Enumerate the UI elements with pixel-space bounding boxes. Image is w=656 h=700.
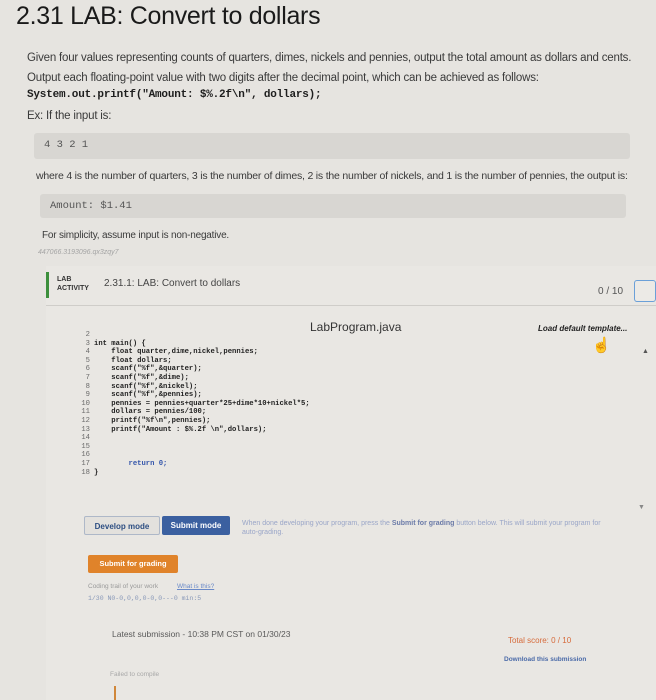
line-number: 7 — [85, 373, 90, 382]
code-line[interactable]: 13 printf("Amount : $%.2f \n",dollars); — [76, 426, 596, 435]
code-line[interactable]: 6 scanf("%f",&quarter); — [76, 365, 596, 374]
lab-header: LAB ACTIVITY 2.31.1: LAB: Convert to dol… — [46, 266, 656, 306]
example-output: Amount: $1.41 — [50, 200, 132, 212]
code-text: printf("%f\n",pennies); — [94, 416, 211, 425]
code-sample: System.out.printf("Amount: $%.2f\n", dol… — [27, 89, 322, 101]
example-input: 4 3 2 1 — [44, 139, 89, 151]
code-text: pennies = pennies+quarter*25+dime*10+nic… — [94, 399, 310, 408]
submit-hint-prefix: When done developing your program, press… — [242, 520, 392, 527]
simplicity-note: For simplicity, assume input is non-nega… — [42, 230, 230, 241]
code-line[interactable]: 15 — [76, 443, 596, 452]
code-text: int main() { — [94, 339, 146, 348]
activity-title: 2.31.1: LAB: Convert to dollars — [104, 278, 241, 289]
code-line[interactable]: 14 — [76, 434, 596, 443]
lab-badge: LAB ACTIVITY — [46, 272, 96, 298]
code-line[interactable]: 5 float dollars; — [76, 357, 596, 366]
whats-this-link[interactable]: What is this? — [177, 583, 214, 590]
code-text: dollars = pennies/100; — [94, 408, 207, 417]
submit-hint-bold: Submit for grading — [391, 520, 455, 527]
line-number: 12 — [81, 416, 90, 425]
code-line[interactable]: 9 scanf("%f",&pennies); — [76, 391, 596, 400]
line-number: 11 — [81, 408, 90, 417]
score-indicator-box — [634, 280, 656, 302]
latest-submission: Latest submission - 10:38 PM CST on 01/3… — [112, 629, 291, 639]
example-intro: Ex: If the input is: — [27, 110, 112, 122]
description-line-2: Output each floating-point value with tw… — [27, 72, 539, 84]
code-line[interactable]: 4 float quarter,dime,nickel,pennies; — [76, 348, 596, 357]
code-text: scanf("%f",&quarter); — [94, 365, 202, 374]
code-line[interactable]: 11 dollars = pennies/100; — [76, 408, 596, 417]
tab-submit-mode[interactable]: Submit mode — [162, 516, 230, 535]
where-text: where 4 is the number of quarters, 3 is … — [36, 170, 628, 182]
hash-id: 447066.3193096.qx3zqy7 — [38, 249, 119, 256]
code-line[interactable]: 18} — [76, 469, 596, 478]
code-line[interactable]: 17 return 0; — [76, 460, 596, 469]
line-number: 2 — [85, 331, 90, 339]
caret-down-icon[interactable]: ▼ — [638, 504, 645, 511]
code-text: float dollars; — [94, 356, 172, 365]
line-number: 18 — [81, 468, 90, 477]
code-line[interactable]: 12 printf("%f\n",pennies); — [76, 417, 596, 426]
coding-trail-data: 1/30 N0-0,0,0,0-0,0---0 min:5 — [88, 595, 202, 602]
code-line[interactable]: 7 scanf("%f",&dime); — [76, 374, 596, 383]
line-number: 17 — [81, 459, 90, 468]
line-number: 15 — [81, 442, 90, 451]
badge-label-lab: LAB — [57, 276, 72, 283]
scroll-indicator — [114, 686, 116, 700]
code-line[interactable]: 3 int main() { — [76, 340, 596, 349]
code-text: printf("Amount : $%.2f \n",dollars); — [94, 425, 267, 434]
description-line-1: Given four values representing counts of… — [27, 52, 632, 64]
example-input-box: 4 3 2 1 — [34, 133, 630, 159]
total-score: Total score: 0 / 10 — [508, 636, 572, 645]
code-text: scanf("%f",&nickel); — [94, 382, 198, 391]
code-text: scanf("%f",&pennies); — [94, 391, 202, 400]
coding-trail-label: Coding trail of your work — [88, 583, 159, 590]
code-line[interactable]: 2 — [76, 331, 596, 340]
code-line[interactable]: 10 pennies = pennies+quarter*25+dime*10+… — [76, 400, 596, 409]
code-line[interactable]: 8 scanf("%f",&nickel); — [76, 383, 596, 392]
page-title: 2.31 LAB: Convert to dollars — [16, 2, 321, 30]
line-number: 4 — [85, 348, 90, 357]
submit-for-grading-button[interactable]: Submit for grading — [88, 555, 178, 573]
code-line[interactable]: 16 — [76, 451, 596, 460]
line-number: 10 — [81, 399, 90, 408]
tab-develop-mode[interactable]: Develop mode — [84, 516, 160, 535]
line-number: 3 — [85, 339, 90, 348]
code-editor[interactable]: 2 3 int main() {4 float quarter,dime,nicke… — [76, 331, 596, 477]
download-submission-link[interactable]: Download this submission — [504, 656, 586, 663]
submit-hint: When done developing your program, press… — [242, 519, 612, 537]
caret-up-icon[interactable]: ▲ — [642, 348, 649, 355]
line-number: 8 — [85, 382, 90, 391]
code-text: } — [94, 468, 99, 477]
activity-score: 0 / 10 — [598, 286, 624, 297]
line-number: 9 — [85, 391, 90, 400]
line-number: 13 — [81, 425, 90, 434]
line-number: 5 — [85, 356, 90, 365]
code-text: scanf("%f",&dime); — [94, 373, 189, 382]
lab-activity-panel: LAB ACTIVITY 2.31.1: LAB: Convert to dol… — [46, 266, 656, 700]
line-number: 14 — [81, 434, 90, 443]
code-text: float quarter,dime,nickel,pennies; — [94, 348, 258, 357]
badge-label-activity: ACTIVITY — [57, 285, 89, 292]
code-text: return 0; — [94, 459, 168, 468]
example-output-box: Amount: $1.41 — [40, 194, 626, 218]
line-number: 16 — [81, 451, 90, 460]
failed-to-compile: Failed to compile — [110, 671, 160, 678]
line-number: 6 — [85, 365, 90, 374]
